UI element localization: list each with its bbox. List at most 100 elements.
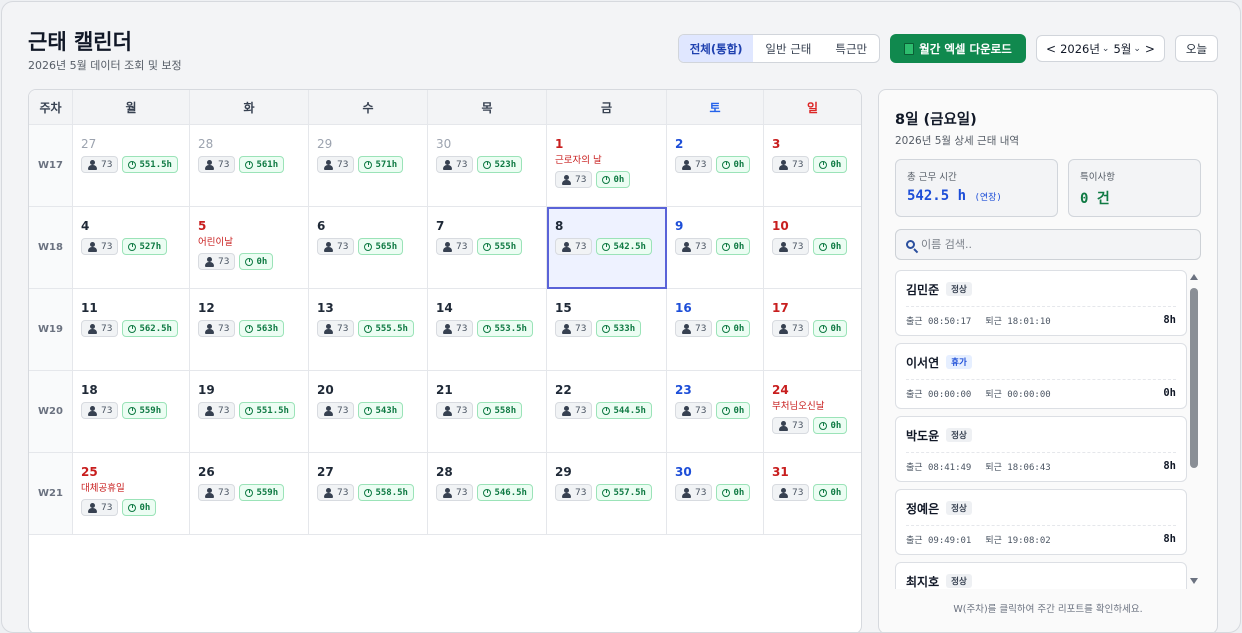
headcount-value: 73 [101, 159, 113, 170]
day-cell[interactable]: 23 73 0h [667, 371, 764, 453]
hours-value: 562.5h [139, 323, 172, 334]
day-cell[interactable]: 20 73 543h [309, 371, 428, 453]
prev-month-button[interactable]: < [1046, 42, 1056, 56]
day-number: 30 [436, 137, 452, 151]
headcount-chip: 73 [317, 484, 355, 501]
filter-normal-button[interactable]: 일반 근태 [753, 35, 823, 62]
headcount-chip: 73 [317, 156, 355, 173]
week-label-button[interactable]: W21 [29, 453, 73, 535]
clock-icon [602, 488, 611, 497]
day-cell[interactable]: 29 73 557.5h [547, 453, 667, 535]
day-number: 5 [198, 219, 207, 233]
day-cell[interactable]: 30 73 523h [428, 125, 547, 207]
hours-chip: 0h [239, 253, 274, 270]
next-month-button[interactable]: > [1145, 42, 1155, 56]
day-cell[interactable]: 1 근로자의 날 73 0h [547, 125, 667, 207]
hours-chip: 565h [358, 238, 404, 255]
headcount-chip: 73 [198, 156, 236, 173]
employee-card[interactable]: 이서연 휴가 출근 00:00:00 퇴근 00:00:00 0h [895, 343, 1187, 409]
employee-list-scrollbar[interactable] [1189, 274, 1199, 584]
day-cell[interactable]: 25 대체공휴일 73 0h [73, 453, 190, 535]
headcount-value: 73 [575, 241, 587, 252]
month-select[interactable]: 5월 ⌄ [1113, 41, 1140, 57]
day-number: 29 [317, 137, 333, 151]
day-cell[interactable]: 29 73 571h [309, 125, 428, 207]
day-stats: 73 546.5h [436, 484, 538, 501]
headcount-value: 73 [695, 159, 707, 170]
filter-all-button[interactable]: 전체(통합) [679, 35, 754, 62]
day-cell[interactable]: 7 73 555h [428, 207, 547, 289]
day-cell[interactable]: 18 73 559h [73, 371, 190, 453]
year-select[interactable]: 2026년 ⌄ [1060, 41, 1109, 57]
day-cell[interactable]: 9 73 0h [667, 207, 764, 289]
day-cell[interactable]: 16 73 0h [667, 289, 764, 371]
hours-chip: 0h [813, 238, 848, 255]
clock-in-time: 출근 09:49:01 [906, 535, 972, 546]
total-hours-label: 총 근무 시간 [907, 172, 957, 183]
day-cell[interactable]: 21 73 558h [428, 371, 547, 453]
day-cell[interactable]: 28 73 561h [190, 125, 309, 207]
employee-card[interactable]: 최지호 정상 [895, 562, 1187, 589]
headcount-value: 73 [792, 487, 804, 498]
day-cell[interactable]: 28 73 546.5h [428, 453, 547, 535]
scroll-up-icon[interactable] [1190, 274, 1198, 280]
headcount-value: 73 [456, 487, 468, 498]
clock-icon [819, 488, 828, 497]
day-cell[interactable]: 15 73 533h [547, 289, 667, 371]
employee-card[interactable]: 정예은 정상 출근 09:49:01 퇴근 19:08:02 8h [895, 489, 1187, 555]
day-cell[interactable]: 3 73 0h [764, 125, 861, 207]
day-cell[interactable]: 27 73 551.5h [73, 125, 190, 207]
day-number: 18 [81, 383, 98, 397]
filter-special-button[interactable]: 특근만 [824, 35, 879, 62]
scroll-down-icon[interactable] [1190, 578, 1198, 584]
employee-card[interactable]: 김민준 정상 출근 08:50:17 퇴근 18:01:10 8h [895, 270, 1187, 336]
day-cell-selected[interactable]: 8 73 542.5h [547, 207, 667, 289]
status-badge: 정상 [946, 501, 972, 515]
holiday-name: 부처님오신날 [772, 401, 825, 412]
detail-footer-hint: W(주차)를 클릭하여 주간 리포트를 확인하세요. [953, 604, 1143, 615]
day-cell[interactable]: 31 73 0h [764, 453, 861, 535]
day-cell[interactable]: 17 73 0h [764, 289, 861, 371]
day-cell[interactable]: 12 73 563h [190, 289, 309, 371]
day-stats: 73 558.5h [317, 484, 419, 501]
week-label-button[interactable]: W17 [29, 125, 73, 207]
day-cell[interactable]: 5 어린이날 73 0h [190, 207, 309, 289]
day-cell[interactable]: 24 부처님오신날 73 0h [764, 371, 861, 453]
clock-icon [128, 324, 137, 333]
week-label-button[interactable]: W20 [29, 371, 73, 453]
clock-icon [483, 160, 492, 169]
employee-card[interactable]: 박도윤 정상 출근 08:41:49 퇴근 18:06:43 8h [895, 416, 1187, 482]
excel-download-button[interactable]: 월간 엑셀 다운로드 [890, 34, 1026, 63]
day-cell[interactable]: 2 73 0h [667, 125, 764, 207]
day-cell[interactable]: 19 73 551.5h [190, 371, 309, 453]
day-cell[interactable]: 26 73 559h [190, 453, 309, 535]
day-cell[interactable]: 4 73 527h [73, 207, 190, 289]
hours-chip: 559h [122, 402, 168, 419]
week-label-button[interactable]: W19 [29, 289, 73, 371]
hours-value: 558.5h [375, 487, 408, 498]
day-stats: 73 0h [772, 484, 853, 501]
name-search-input[interactable] [921, 238, 1190, 251]
header-thu: 목 [428, 90, 547, 125]
day-stats: 73 0h [81, 499, 181, 516]
day-stats: 73 533h [555, 320, 658, 337]
day-cell[interactable]: 11 73 562.5h [73, 289, 190, 371]
day-cell[interactable]: 22 73 544.5h [547, 371, 667, 453]
day-cell[interactable]: 27 73 558.5h [309, 453, 428, 535]
clock-icon [722, 160, 731, 169]
day-cell[interactable]: 13 73 555.5h [309, 289, 428, 371]
day-cell[interactable]: 14 73 553.5h [428, 289, 547, 371]
scroll-thumb[interactable] [1190, 288, 1198, 468]
hours-value: 557.5h [613, 487, 646, 498]
day-cell[interactable]: 6 73 565h [309, 207, 428, 289]
day-cell[interactable]: 10 73 0h [764, 207, 861, 289]
day-cell[interactable]: 30 73 0h [667, 453, 764, 535]
day-stats: 73 543h [317, 402, 419, 419]
hours-value: 0h [733, 487, 745, 498]
user-icon [323, 487, 333, 498]
week-label-button[interactable]: W18 [29, 207, 73, 289]
hours-value: 543h [375, 405, 398, 416]
day-number: 12 [198, 301, 215, 315]
day-number: 25 [81, 465, 98, 479]
today-button[interactable]: 오늘 [1175, 35, 1218, 62]
